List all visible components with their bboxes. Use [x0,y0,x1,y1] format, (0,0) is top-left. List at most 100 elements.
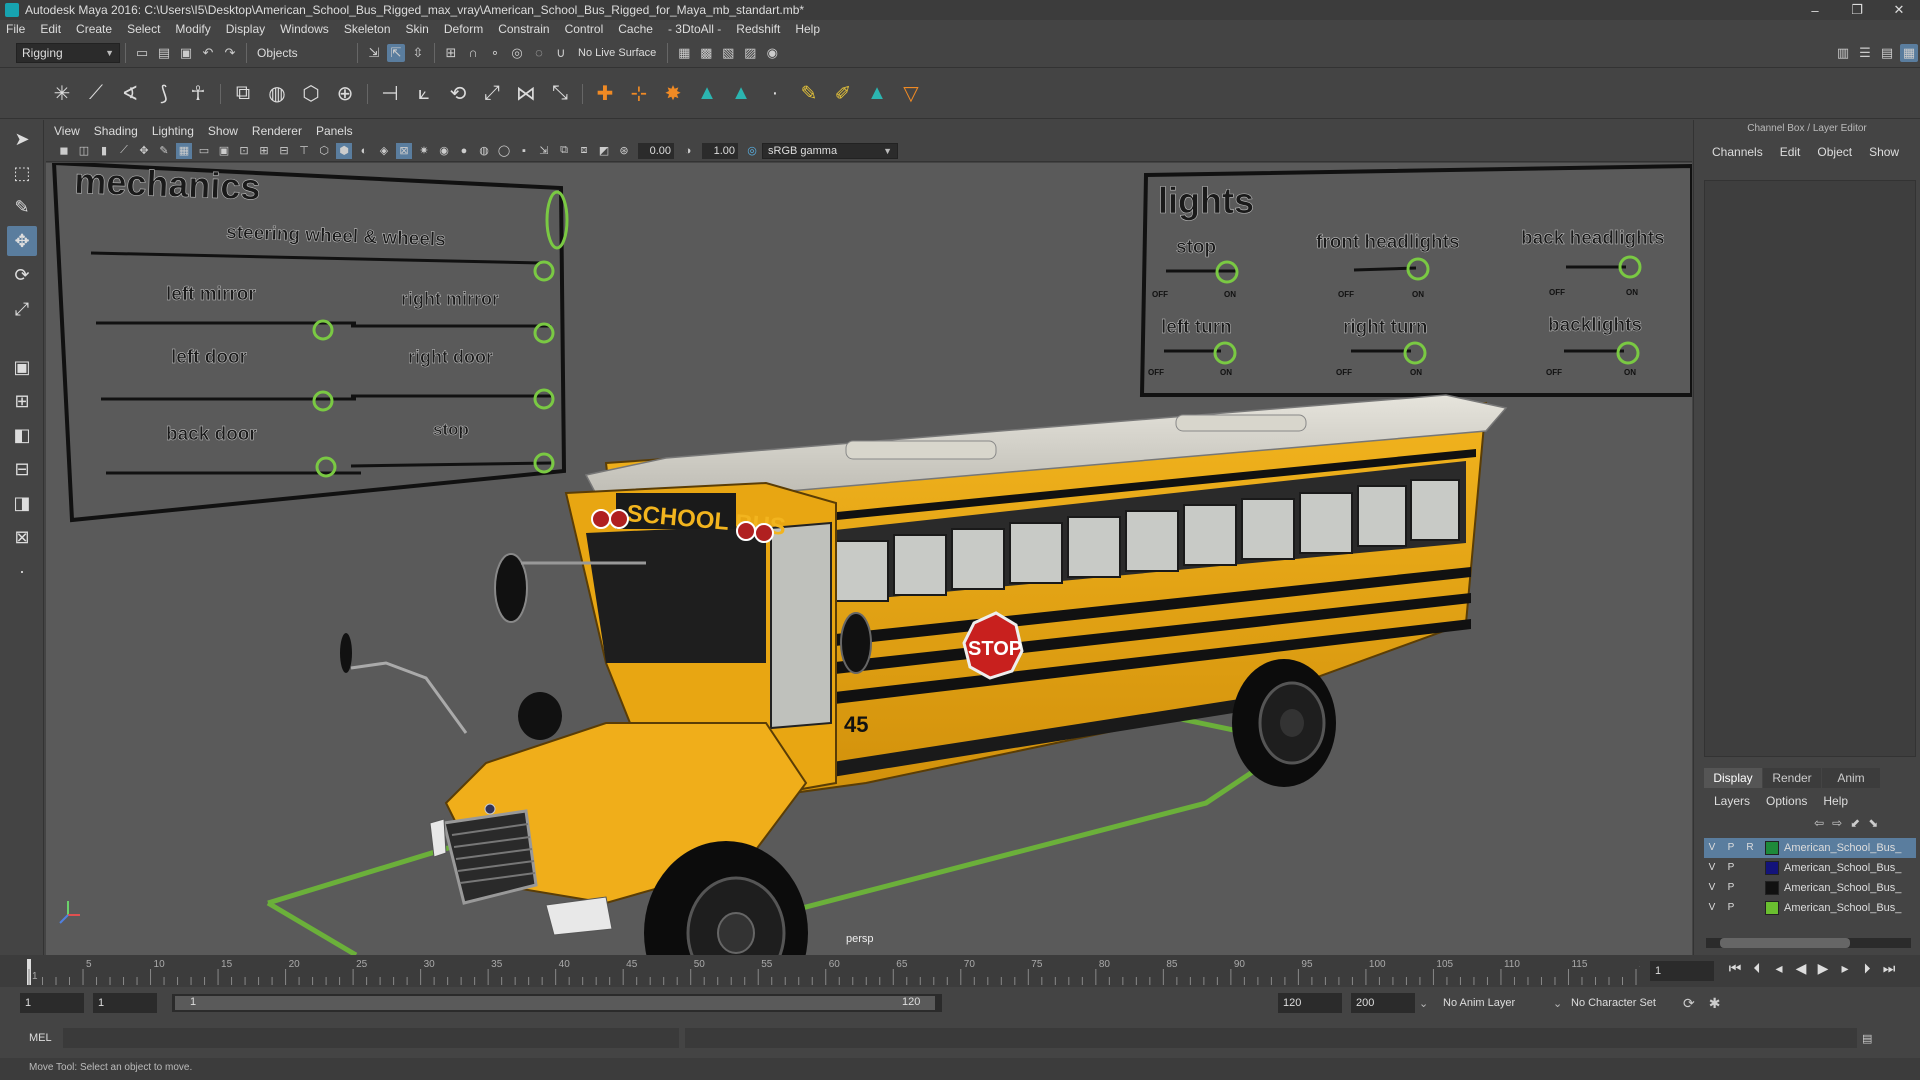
hypershade-layout-icon[interactable]: ◨ [7,488,37,518]
lights-icon[interactable]: ◉ [436,143,452,159]
image-plane-icon[interactable]: ⟋ [116,143,132,159]
tab-render[interactable]: Render [1763,768,1821,788]
menu-set-dropdown[interactable]: Rigging ▼ [16,42,120,63]
layer-playback[interactable]: P [1723,861,1739,875]
menu-skin[interactable]: Skin [406,22,429,36]
exposure-field[interactable]: 0.00 [638,142,674,159]
hypershade-icon[interactable]: ◉ [763,44,781,62]
menu-create[interactable]: Create [76,22,112,36]
steering-slider-handle[interactable] [533,260,555,282]
layer-color-swatch[interactable] [1765,881,1779,895]
step-back-frame-icon[interactable]: ◂ [1768,960,1790,977]
panel-menu-view[interactable]: View [54,124,80,138]
left-door-handle[interactable] [312,390,334,412]
layer-reference[interactable] [1742,901,1758,915]
command-language-label[interactable]: MEL [29,1032,63,1044]
bookmark-icon[interactable]: ▮ [96,143,112,159]
new-layer-selected-icon[interactable]: ⬋ [1850,816,1860,830]
render-icon[interactable]: ▩ [697,44,715,62]
persp-graph-icon[interactable]: ⊟ [7,454,37,484]
scale-tool-icon[interactable]: ⤢ [7,294,37,324]
layer-visibility[interactable]: V [1704,881,1720,895]
go-to-end-icon[interactable]: ⏭ [1878,960,1900,977]
move-layer-down-icon[interactable]: ⇨ [1832,816,1842,830]
layer-color-swatch[interactable] [1765,901,1779,915]
snap-point-icon[interactable]: ∘ [486,44,504,62]
scrollbar-thumb[interactable] [1720,938,1850,948]
channel-box-area[interactable] [1704,180,1916,757]
move-tool-icon[interactable]: ✥ [7,226,37,256]
safe-title-icon[interactable]: ⊤ [296,143,312,159]
xray-active-icon[interactable]: ⧈ [576,143,592,159]
lights-panel[interactable]: lights stop OFF ON front headlights OFF … [1139,163,1692,397]
grease-pencil-icon[interactable]: ✎ [156,143,172,159]
mechanics-panel[interactable]: mechanics steering wheel & wheels left m… [51,163,569,523]
select-component-icon[interactable]: ⇳ [409,44,427,62]
wireframe-icon[interactable]: ⬡ [316,143,332,159]
script-editor-icon[interactable]: ▤ [1862,1032,1872,1045]
smooth-shade-icon[interactable]: ⬢ [336,142,352,159]
cb-menu-show[interactable]: Show [1869,145,1899,159]
menu-select[interactable]: Select [127,22,160,36]
channel-box-toggle-icon[interactable]: ▦ [1900,43,1918,62]
view-transform-dropdown[interactable]: sRGB gamma ▼ [762,142,898,159]
menu-cache[interactable]: Cache [618,22,653,36]
camera-attributes-icon[interactable]: ◫ [76,143,92,159]
layer-menu-options[interactable]: Options [1766,794,1807,808]
layer-visibility[interactable]: V [1704,861,1720,875]
range-slider-fill[interactable] [175,996,935,1010]
gate-mask-icon[interactable]: ⊡ [236,143,252,159]
attribute-editor-icon[interactable]: ☰ [1856,44,1874,62]
skeleton-icon[interactable]: ☥ [183,79,213,109]
exposure-icon[interactable]: ◩ [596,143,612,159]
redo-icon[interactable]: ↷ [221,44,239,62]
time-slider-ruler[interactable]: 15 10 15 20 25 30 35 40 45 50 55 60 65 70 75 80 85 90 95 10… [0,955,1640,987]
live-surface-label[interactable]: No Live Surface [578,47,656,59]
select-hierarchy-icon[interactable]: ⇲ [365,44,383,62]
time-slider[interactable]: 1 5 10 15 20 25 30 35 40 45 50 55 60 65 70 75 80 85 90 95 10… [0,955,1920,987]
wireframe-on-shaded-icon[interactable]: ◈ [376,143,392,159]
cluster-icon[interactable]: ⊕ [330,79,360,109]
snap-curve-icon[interactable]: ∩ [464,44,482,62]
scale-constraint-icon[interactable]: ⤢ [477,79,507,109]
step-forward-frame-icon[interactable]: ▸ [1834,960,1856,977]
persp-outliner-icon[interactable]: ◧ [7,420,37,450]
point-constraint-icon[interactable]: ⊣ [375,79,405,109]
ik-spline-icon[interactable]: ⟆ [149,79,179,109]
layer-menu-layers[interactable]: Layers [1714,794,1750,808]
grid-icon[interactable]: ▦ [176,142,192,159]
panel-menu-show[interactable]: Show [208,124,238,138]
play-forwards-icon[interactable]: ▶ [1812,960,1834,977]
layer-row[interactable]: V P American_School_Bus_ [1704,898,1916,918]
anti-aliasing-icon[interactable]: ▪ [516,143,532,159]
right-door-handle[interactable] [533,388,555,410]
minimize-button[interactable]: – [1794,3,1836,18]
menu-constrain[interactable]: Constrain [498,22,549,36]
menu-windows[interactable]: Windows [280,22,329,36]
tool-settings-icon[interactable]: ▤ [1878,44,1896,62]
left-turn-handle[interactable] [1213,341,1237,365]
render-view-icon[interactable]: ▦ [675,44,693,62]
wrap-deformer-icon[interactable]: ✐ [828,79,858,109]
locator-icon[interactable]: ✚ [590,79,620,109]
triangle-down-icon[interactable]: ▽ [896,79,926,109]
select-object-icon[interactable]: ⇱ [387,43,405,62]
blend-shape-icon[interactable]: ✸ [658,79,688,109]
xray-icon[interactable]: ⊠ [396,142,412,159]
selection-mode-dropdown[interactable]: Objects [252,42,352,63]
xray-joints-icon[interactable]: ⧉ [556,143,572,159]
parent-constraint-icon[interactable]: ⋈ [511,79,541,109]
chevron-down-icon[interactable]: ⌄ [1419,997,1437,1010]
mechanics-main-control[interactable] [545,190,569,250]
snap-view-icon[interactable]: ◎ [508,44,526,62]
character-set-dropdown[interactable]: No Character Set [1571,997,1681,1009]
anim-layer-dropdown[interactable]: No Anim Layer [1443,997,1553,1009]
undo-icon[interactable]: ↶ [199,44,217,62]
menu-deform[interactable]: Deform [444,22,483,36]
preferences-icon[interactable]: ✱ [1709,995,1721,1012]
four-view-icon[interactable]: ⊞ [7,386,37,416]
layer-name[interactable]: American_School_Bus_ [1784,842,1901,854]
orient-constraint-icon[interactable]: ⟲ [443,79,473,109]
open-scene-icon[interactable]: ▤ [155,44,173,62]
magnet-icon[interactable]: ∪ [552,44,570,62]
